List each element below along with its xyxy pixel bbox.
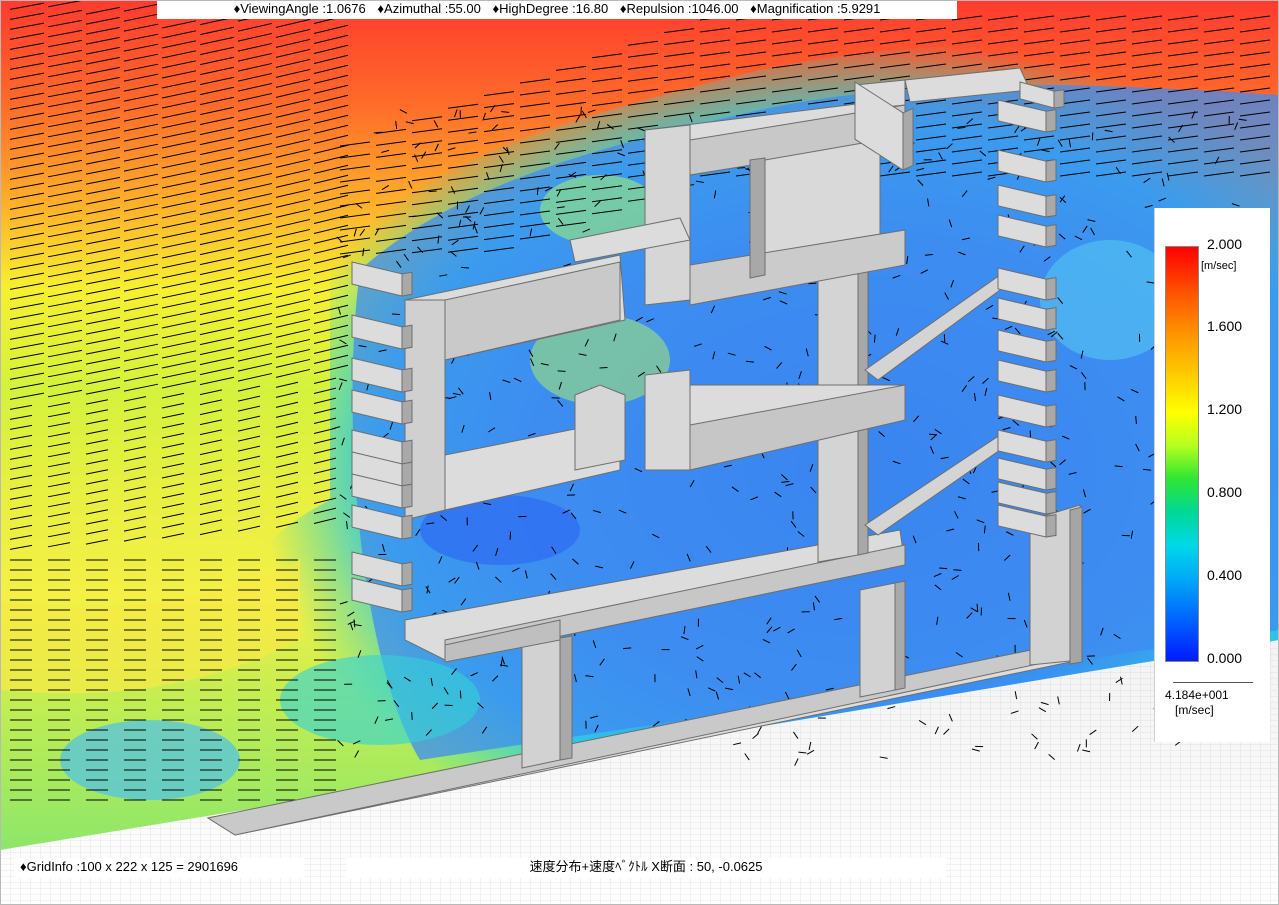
viewing-angle-param: ♦ViewingAngle :1.0676 — [233, 1, 366, 16]
pillar-right — [859, 582, 896, 698]
velocity-vector — [873, 334, 876, 343]
legend-max-label: 2.000 — [1207, 236, 1243, 252]
louvre-fin-side — [1045, 404, 1057, 428]
velocity-vector — [976, 603, 979, 612]
legend-tick-0000: 0.000 — [1207, 650, 1243, 666]
legend-tick-1200: 1.200 — [1207, 401, 1243, 417]
velocity-vector — [428, 190, 437, 193]
legend-tick-1600: 1.600 — [1207, 318, 1243, 334]
reference-vector-line — [1173, 682, 1253, 683]
louvre-fin-side — [1045, 339, 1057, 363]
legend-tick-0400: 0.400 — [1207, 567, 1243, 583]
velocity-vector — [599, 366, 608, 369]
louvre-fin-side — [401, 439, 413, 465]
louvre-fin-side — [401, 367, 413, 393]
high-degree-param: ♦HighDegree :16.80 — [492, 1, 609, 16]
velocity-field-canvas[interactable] — [0, 0, 1279, 905]
louvre-fin-side — [1045, 491, 1057, 515]
louvre-fin-side — [1053, 89, 1065, 109]
louvre-fin-side — [401, 324, 413, 350]
louvre-fin-side — [902, 107, 914, 171]
louvre-fin-side — [1045, 194, 1057, 218]
velocity-vector — [411, 712, 413, 721]
louvre-fin-side — [1045, 467, 1057, 491]
cfd-viewport[interactable] — [0, 0, 1279, 905]
magnification-param: ♦Magnification :5.9291 — [750, 1, 881, 16]
grid-info-label: ♦GridInfo :100 x 222 x 125 = 2901696 — [14, 858, 304, 878]
louvre-fin-side — [401, 561, 413, 587]
louvre-fin-side — [401, 461, 413, 487]
louvre-fin-side — [1045, 277, 1057, 301]
louvre-fin-side — [1045, 307, 1057, 331]
velocity-vector — [557, 370, 566, 372]
louvre-fin-side — [1045, 369, 1057, 393]
legend-unit: [m/sec] — [1201, 260, 1237, 272]
louvre-fin-side — [1045, 439, 1057, 463]
louvre-fin-side — [401, 399, 413, 425]
legend-tick-0800: 0.800 — [1207, 484, 1243, 500]
velocity-vector — [459, 690, 462, 699]
velocity-vector — [501, 111, 510, 113]
louvre-fin-side — [401, 514, 413, 540]
louvre-fin-side — [1045, 159, 1057, 183]
azimuthal-param: ♦Azimuthal :55.00 — [377, 1, 481, 16]
louvre-fin-side — [1045, 109, 1057, 133]
louvre-fin-side — [401, 483, 413, 509]
reference-vector-unit: [m/sec] — [1175, 703, 1214, 717]
louvre-fin-side — [1045, 514, 1057, 538]
louvre-fin-side — [401, 587, 413, 613]
velocity-vector — [953, 569, 962, 571]
velocity-vector — [460, 266, 470, 269]
louvre-fin-side — [401, 271, 413, 297]
color-legend: 2.000 [m/sec] 1.600 1.200 0.800 0.400 0.… — [1154, 208, 1270, 742]
color-scale-bar — [1165, 246, 1199, 662]
reference-vector-value: 4.184e+001 — [1165, 688, 1229, 702]
section-info-label: 速度分布+速度ﾍﾞｸﾄﾙ X断面 : 50, -0.0625 — [346, 858, 946, 878]
velocity-vector — [943, 334, 946, 343]
velocity-vector — [1135, 415, 1137, 424]
pillar-left — [521, 637, 561, 769]
louvre-fin-side — [1045, 224, 1057, 248]
view-parameters-bar: ♦ViewingAngle :1.0676 ♦Azimuthal :55.00 … — [157, 0, 957, 19]
velocity-vector — [1091, 132, 1094, 141]
repulsion-param: ♦Repulsion :1046.00 — [619, 1, 739, 16]
